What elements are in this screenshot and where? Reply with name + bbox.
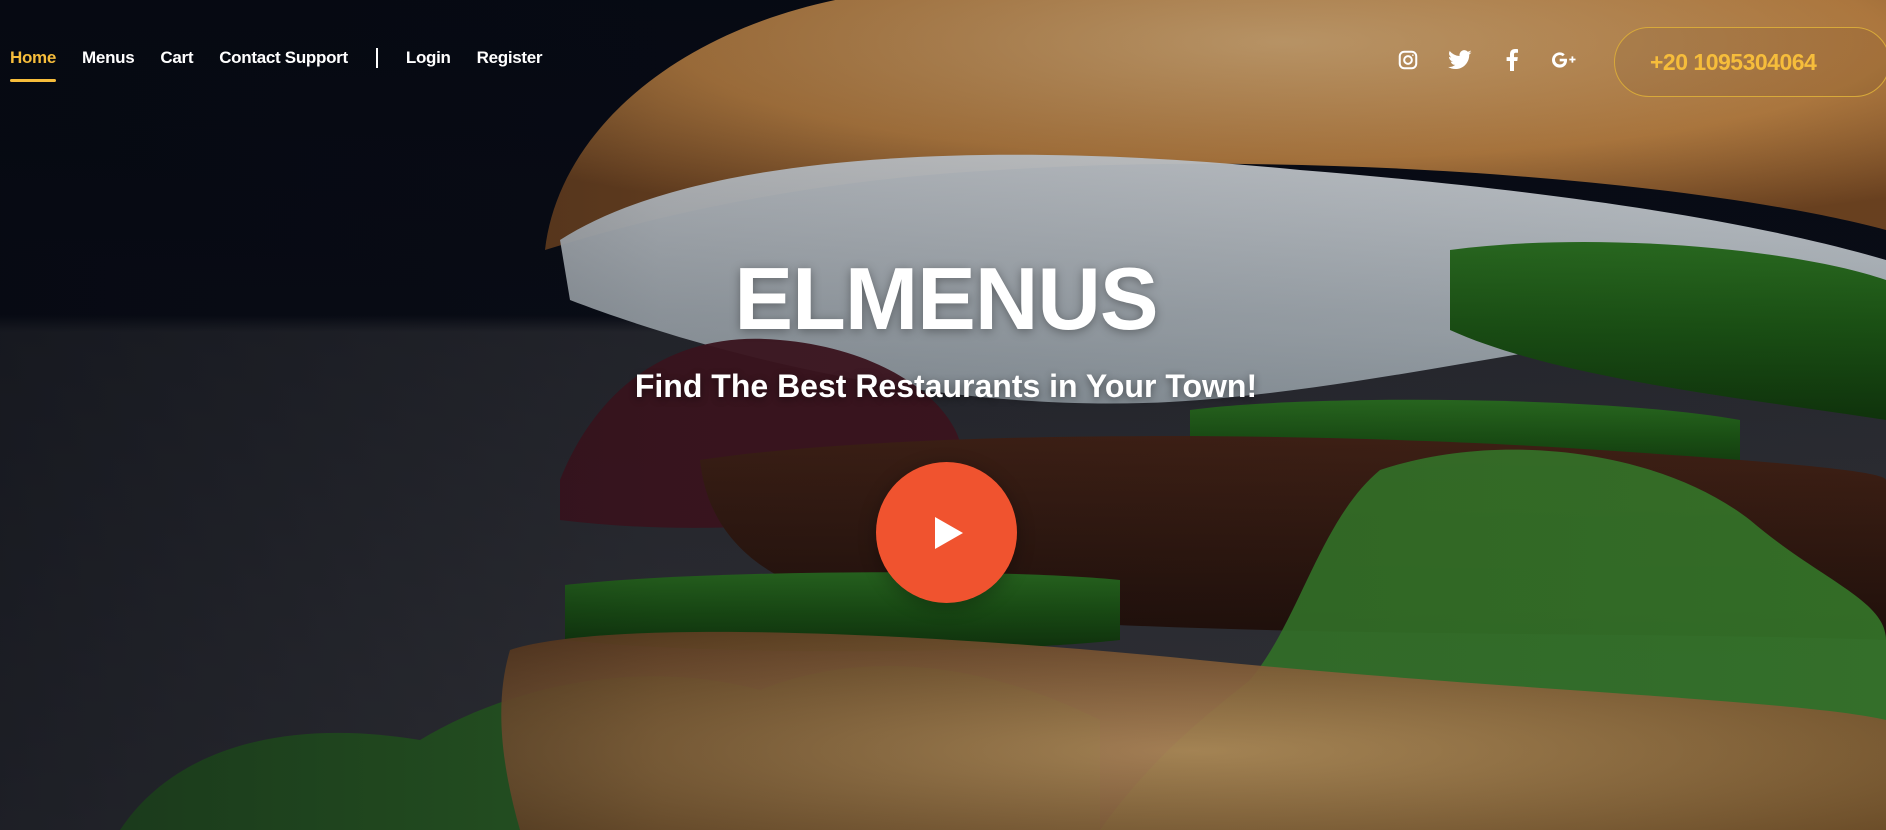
instagram-icon[interactable] [1396,48,1420,72]
play-video-button[interactable] [876,462,1017,603]
nav-link-cart[interactable]: Cart [160,48,193,68]
facebook-icon[interactable] [1500,48,1524,72]
hero-subtitle: Find The Best Restaurants in Your Town! [634,368,1258,404]
main-navigation: Home Menus Cart Contact Support Login Re… [10,44,568,82]
social-links [1396,48,1576,72]
nav-divider [375,48,378,68]
nav-link-login[interactable]: Login [406,48,451,68]
phone-number-button[interactable]: +20 1095304064 [1614,27,1886,97]
hero-background-image [0,0,1886,830]
google-plus-icon[interactable] [1552,48,1576,72]
twitter-icon[interactable] [1448,48,1472,72]
nav-link-register[interactable]: Register [477,48,543,68]
nav-link-contact-support[interactable]: Contact Support [219,48,348,68]
play-icon [934,516,963,549]
nav-link-home[interactable]: Home [10,48,56,82]
nav-link-menus[interactable]: Menus [82,48,135,68]
hero-title: ELMENUS [734,249,1158,348]
